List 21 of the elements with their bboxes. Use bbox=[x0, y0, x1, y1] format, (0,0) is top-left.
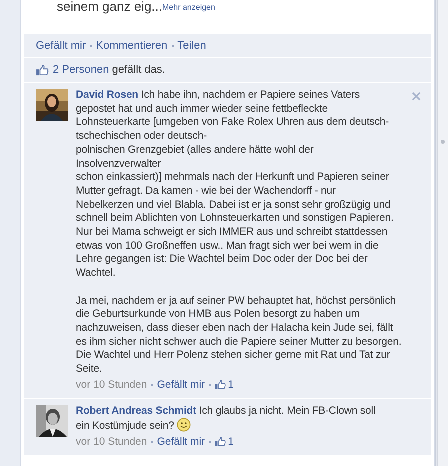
action-link[interactable]: Kommentieren bbox=[96, 40, 168, 52]
thumbs-up-icon bbox=[36, 64, 49, 76]
author-link[interactable]: Robert Andreas Schmidt bbox=[76, 404, 197, 417]
thumbs-up-icon bbox=[215, 380, 226, 390]
timestamp: vor 10 Stunden bbox=[76, 436, 148, 448]
like-count: 1 bbox=[215, 436, 234, 448]
action-link[interactable]: Teilen bbox=[178, 40, 206, 52]
timestamp: vor 10 Stunden bbox=[76, 378, 148, 391]
thumbs-up-icon bbox=[215, 437, 226, 448]
like-link[interactable]: Gefällt mir bbox=[157, 378, 206, 391]
post-text: seinem ganz eig... bbox=[57, 0, 163, 14]
action-link[interactable]: Gefällt mir bbox=[36, 40, 86, 52]
close-icon[interactable] bbox=[412, 92, 421, 101]
author-link[interactable]: David Rosen bbox=[76, 89, 138, 101]
more-link[interactable]: Mehr anzeigen bbox=[162, 3, 216, 12]
comment-text: Robert Andreas Schmidt Ich glaubs ja nicht. Mein FB-Clown soll ein Kostümjude sein? bbox=[76, 404, 376, 434]
comment-text: David Rosen Ich habe ihn, nachdem er Papiere seines Vaters gepostet hat und auch immer wieder seine fettbefleckte Lohnsteuerkarte [umgeben von Fake Rolex Uhren aus dem deutsch- tschechischen oder deutsch- polnischen Grenzgebiet (alles andere hätte wohl der Insolvenzverwalter schon einkassiert)] mehrmals nach der Herkunft und Papieren seiner Mutter gefragt. Da kamen - wie bei der Wachendorff - nur Nebelkerzen und viel Blabla. Dabei ist er ja sonst sehr großzügig und schnell beim Ablichten von Lohnsteuerkarten und sonstigen Papieren. Nur bei Mama schweigt er sich IMMER aus und schreibt stattdessen etwas von 100 Großneffen usw.. Man fragt sich wer bei wem in die Lehre gegangen ist: Die Wachtel beim Doc oder der Doc bei der Wachtel. Ja mei, nachdem er ja auf seiner PW behauptet hat, höchst persönlich die Geburtsurkunde von HMB aus Polen besorgt zu haben um nachzuweisen, dass dieser eben nach der Halacha kein Jude sei, fällt es ihm sicher nicht schwer auch die Papiere seiner Mutter zu besorgen. Die Wachtel und Herr Polenz stehen sicher gerne mit Rat und Tat zur Seite. bbox=[76, 89, 402, 377]
like-count: 1 bbox=[215, 378, 234, 391]
like-link[interactable]: Gefällt mir bbox=[157, 436, 206, 448]
people-link[interactable]: 2 Personen bbox=[53, 64, 110, 76]
likes-text: gefällt das. bbox=[112, 64, 166, 76]
